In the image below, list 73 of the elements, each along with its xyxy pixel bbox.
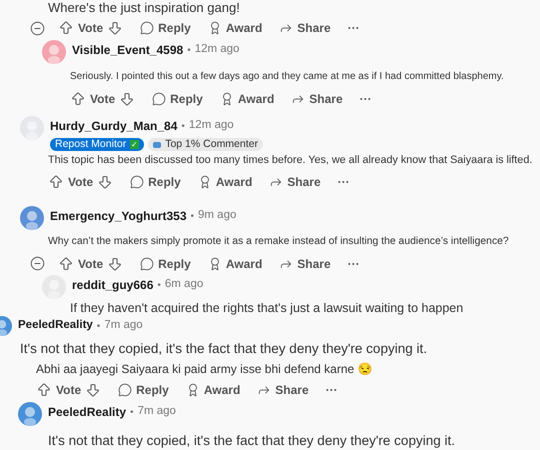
share-button[interactable]: Share: [269, 173, 321, 191]
upvote-icon[interactable]: [36, 382, 52, 398]
comment-time: 6m ago: [164, 277, 204, 292]
comment-time: 9m ago: [198, 208, 236, 224]
award-button[interactable]: Award: [220, 90, 274, 108]
downvote-icon[interactable]: [107, 20, 124, 36]
collapse-icon[interactable]: [30, 20, 45, 36]
username[interactable]: PeeledReality: [48, 403, 126, 421]
downvote-icon[interactable]: [85, 382, 102, 398]
award-button[interactable]: Award: [186, 381, 240, 399]
downvote-icon[interactable]: [107, 256, 124, 272]
more-button[interactable]: ···: [326, 381, 338, 399]
comment-time: 7m ago: [138, 404, 176, 420]
separator-dot: •: [157, 278, 161, 292]
comment-text: Where's the just inspiration gang!: [48, 0, 240, 18]
share-button[interactable]: Share: [279, 19, 331, 37]
comment-time: 12m ago: [194, 42, 240, 58]
avatar-icon: [20, 206, 44, 230]
username[interactable]: Hurdy_Gurdy_Man_84: [50, 117, 178, 135]
vote-label: Vote: [56, 382, 82, 399]
username[interactable]: PeeledReality: [18, 317, 93, 335]
separator-dot: •: [187, 44, 191, 58]
comment-time: 12m ago: [188, 118, 234, 134]
share-button[interactable]: Share: [291, 90, 343, 108]
speech-bubble-icon: [118, 383, 132, 397]
separator-dot: •: [190, 210, 194, 224]
collapse-icon[interactable]: [30, 256, 45, 271]
award-button[interactable]: Award: [208, 19, 262, 37]
speech-bubble-icon: [140, 21, 154, 35]
separator-dot: •: [181, 120, 185, 134]
comment-text: Abhi aa jaayegi Saiyaara ki paid army isse bhi defend karne 😒: [36, 361, 373, 378]
reply-button[interactable]: Reply: [118, 381, 169, 399]
comment-text: It's not that they copied, it's the fact that they deny they're copying it.: [48, 432, 455, 450]
more-button[interactable]: ···: [348, 254, 360, 272]
award-button[interactable]: Award: [198, 173, 252, 191]
reply-button[interactable]: Reply: [130, 173, 181, 191]
downvote-icon[interactable]: [97, 174, 114, 190]
achievement-badge: Top 1% Commenter: [148, 138, 263, 151]
speech-bubble-icon: [152, 92, 166, 106]
avatar-icon: [18, 402, 42, 426]
reply-button[interactable]: Reply: [140, 254, 191, 272]
vote-label: Vote: [78, 256, 104, 272]
username[interactable]: Emergency_Yoghurt353: [50, 207, 186, 225]
avatar-icon: [42, 40, 66, 64]
user-flair: Repost Monitor ✓: [50, 138, 144, 151]
username[interactable]: Visible_Event_4598: [72, 41, 184, 59]
speech-bubble-icon: [140, 256, 154, 270]
upvote-icon[interactable]: [48, 174, 64, 190]
more-button[interactable]: ···: [338, 173, 350, 191]
comment-text: If they haven't acquired the rights that's just a lawsuit waiting to happen: [70, 300, 464, 318]
share-button[interactable]: Share: [257, 381, 309, 399]
comment-time: 7m ago: [104, 318, 143, 334]
more-button[interactable]: ···: [348, 19, 360, 37]
upvote-icon[interactable]: [58, 20, 74, 36]
award-button[interactable]: Award: [208, 254, 262, 272]
username[interactable]: reddit_guy666: [72, 276, 154, 294]
reply-button[interactable]: Reply: [140, 19, 191, 37]
speech-bubble-icon: [130, 175, 144, 189]
vote-label: Vote: [68, 174, 94, 191]
vote-label: Vote: [90, 90, 116, 108]
upvote-icon[interactable]: [70, 90, 86, 106]
comment-text: It's not that they copied, it's the fact that they deny they're copying it.: [20, 340, 427, 358]
separator-dot: •: [96, 320, 100, 334]
reply-button[interactable]: Reply: [152, 90, 203, 108]
share-button[interactable]: Share: [279, 254, 331, 272]
separator-dot: •: [130, 406, 134, 420]
more-button[interactable]: ···: [360, 90, 372, 108]
comment-text: Seriously. I pointed this out a few days ago and they came at me as if I had committed blasphemy.: [70, 70, 504, 84]
vote-label: Vote: [78, 20, 104, 37]
comment-text: This topic has been discussed too many times before. Yes, we all already know that Saiyaara is lifted.: [48, 152, 532, 168]
upvote-icon[interactable]: [58, 256, 74, 272]
comment-text: Why can’t the makers simply promote it as a remake instead of insulting the audience’s intelligence?: [48, 235, 509, 250]
downvote-icon[interactable]: [119, 90, 136, 106]
